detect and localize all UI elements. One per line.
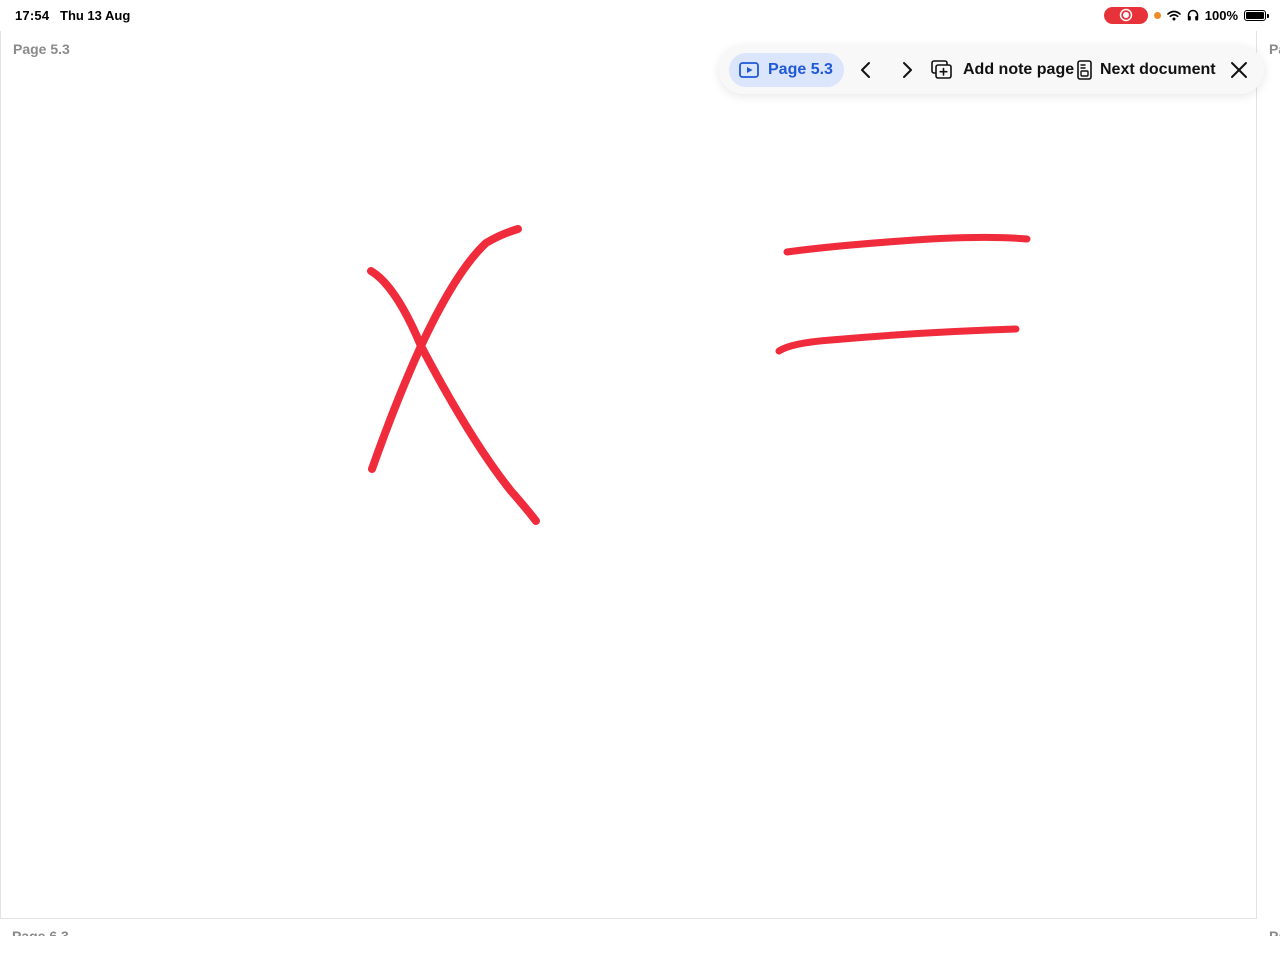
note-page[interactable]: Page 5.3 — [0, 31, 1257, 919]
chevron-right-icon — [899, 61, 915, 79]
document-icon — [1077, 60, 1092, 80]
battery-fill — [1246, 11, 1264, 19]
status-time: 17:54 — [15, 8, 50, 23]
ink-canvas[interactable] — [1, 31, 1257, 919]
adjacent-page-right[interactable]: Page — [1262, 31, 1280, 919]
wifi-icon — [1166, 10, 1181, 20]
add-page-icon — [931, 60, 953, 80]
chevron-left-icon — [858, 61, 874, 79]
status-date: Thu 13 Aug — [60, 8, 131, 23]
adjacent-page-below[interactable]: Page 6.3 Page — [0, 920, 1280, 936]
next-page-button[interactable] — [899, 46, 915, 94]
current-page-button[interactable]: Page 5.3 — [729, 53, 844, 87]
next-document-button[interactable]: Next document — [1077, 46, 1216, 94]
adjacent-page-below-right-label: Page — [1269, 928, 1280, 936]
previous-page-button[interactable] — [858, 46, 874, 94]
microphone-indicator-icon — [1153, 11, 1161, 19]
status-bar: 17:54 Thu 13 Aug 100% — [0, 0, 1280, 30]
status-indicators: 100% — [1103, 6, 1269, 24]
play-rectangle-icon — [739, 62, 759, 78]
close-toolbar-button[interactable] — [1230, 46, 1248, 94]
battery-percentage: 100% — [1204, 7, 1238, 23]
adjacent-page-right-label: Page — [1269, 41, 1280, 57]
page-toolbar: Page 5.3 Add note page Next document — [719, 46, 1264, 94]
next-document-label: Next document — [1100, 61, 1216, 78]
add-note-page-label: Add note page — [963, 61, 1075, 78]
add-note-page-button[interactable]: Add note page — [931, 46, 1074, 94]
current-page-label: Page 5.3 — [768, 61, 833, 78]
ink-stroke-equals-bottom — [775, 325, 1020, 355]
ink-stroke-equals-top — [783, 233, 1031, 256]
adjacent-page-below-label: Page 6.3 — [12, 928, 69, 936]
screen-recording-icon[interactable] — [1103, 6, 1148, 24]
headphones-icon — [1187, 9, 1198, 21]
battery-icon — [1244, 9, 1269, 21]
close-icon — [1230, 61, 1248, 79]
ink-stroke-cross-2 — [368, 225, 522, 473]
